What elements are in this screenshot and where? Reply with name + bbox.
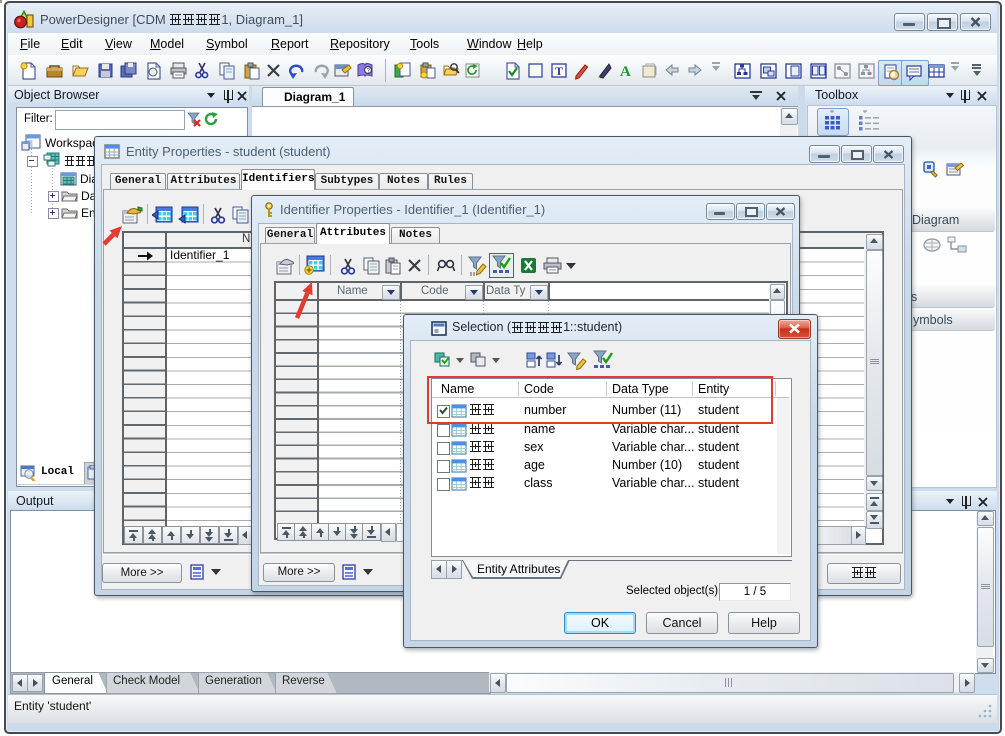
svg-text:T: T	[555, 64, 563, 78]
svg-text:A: A	[620, 64, 631, 80]
